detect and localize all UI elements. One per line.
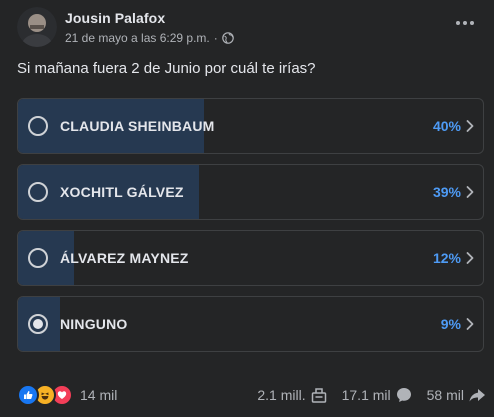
poll-option-percent: 39% bbox=[432, 184, 461, 200]
radio-button[interactable] bbox=[28, 248, 48, 268]
poll-option-percent: 12% bbox=[432, 250, 461, 266]
poll-option-label: XOCHITL GÁLVEZ bbox=[60, 184, 184, 200]
poll-option-ninguno[interactable]: NINGUNO 9% bbox=[17, 296, 484, 352]
post-stats: 2.1 mill. 17.1 mil 58 mil bbox=[257, 384, 486, 406]
shares-count: 58 mil bbox=[426, 387, 464, 403]
post-header: Jousin Palafox 21 de mayo a las 6:29 p.m… bbox=[17, 7, 482, 47]
comments-count: 17.1 mil bbox=[341, 387, 391, 403]
post-date[interactable]: 21 de mayo a las 6:29 p.m. bbox=[65, 31, 210, 45]
more-dot bbox=[463, 21, 467, 25]
votes-count: 2.1 mill. bbox=[257, 387, 306, 403]
radio-button[interactable] bbox=[28, 182, 48, 202]
chevron-right-icon[interactable] bbox=[465, 317, 475, 331]
reactions-count: 14 mil bbox=[80, 387, 118, 403]
poll-option-maynez[interactable]: ÁLVAREZ MAYNEZ 12% bbox=[17, 230, 484, 286]
poll-option-percent: 9% bbox=[440, 316, 461, 332]
author-avatar[interactable] bbox=[17, 7, 57, 47]
more-dot bbox=[470, 21, 474, 25]
globe-icon[interactable] bbox=[221, 32, 234, 44]
post-footer: 14 mil 2.1 mill. 17.1 mil 58 mil bbox=[17, 382, 486, 408]
meta-separator: · bbox=[213, 31, 218, 45]
like-icon bbox=[17, 384, 39, 406]
post-meta: 21 de mayo a las 6:29 p.m. · bbox=[65, 31, 234, 45]
shares-stat[interactable]: 58 mil bbox=[427, 386, 486, 404]
more-horizontal-icon bbox=[456, 21, 460, 25]
radio-button[interactable] bbox=[28, 116, 48, 136]
voted-icon bbox=[311, 388, 326, 403]
poll-question: Si mañana fuera 2 de Junio por cuál te i… bbox=[17, 60, 316, 77]
comment-bubble-icon bbox=[396, 388, 411, 402]
poll-option-label: NINGUNO bbox=[60, 316, 128, 332]
poll-option-label: CLAUDIA SHEINBAUM bbox=[60, 118, 215, 134]
share-icon bbox=[469, 389, 485, 402]
votes-stat[interactable]: 2.1 mill. bbox=[257, 386, 327, 404]
poll-option-percent: 40% bbox=[432, 118, 461, 134]
poll: CLAUDIA SHEINBAUM 40% XOCHITL GÁLVEZ 39%… bbox=[17, 98, 484, 362]
post-card: Jousin Palafox 21 de mayo a las 6:29 p.m… bbox=[0, 0, 494, 417]
poll-option-label: ÁLVAREZ MAYNEZ bbox=[60, 250, 189, 266]
poll-option-sheinbaum[interactable]: CLAUDIA SHEINBAUM 40% bbox=[17, 98, 484, 154]
more-options-button[interactable] bbox=[454, 15, 476, 31]
chevron-right-icon[interactable] bbox=[465, 185, 475, 199]
avatar-image bbox=[17, 7, 57, 47]
chevron-right-icon[interactable] bbox=[465, 119, 475, 133]
comments-stat[interactable]: 17.1 mil bbox=[342, 386, 413, 404]
poll-option-galvez[interactable]: XOCHITL GÁLVEZ 39% bbox=[17, 164, 484, 220]
radio-button[interactable] bbox=[28, 314, 48, 334]
chevron-right-icon[interactable] bbox=[465, 251, 475, 265]
reactions-summary[interactable]: 14 mil bbox=[17, 384, 117, 406]
author-name[interactable]: Jousin Palafox bbox=[65, 10, 165, 26]
